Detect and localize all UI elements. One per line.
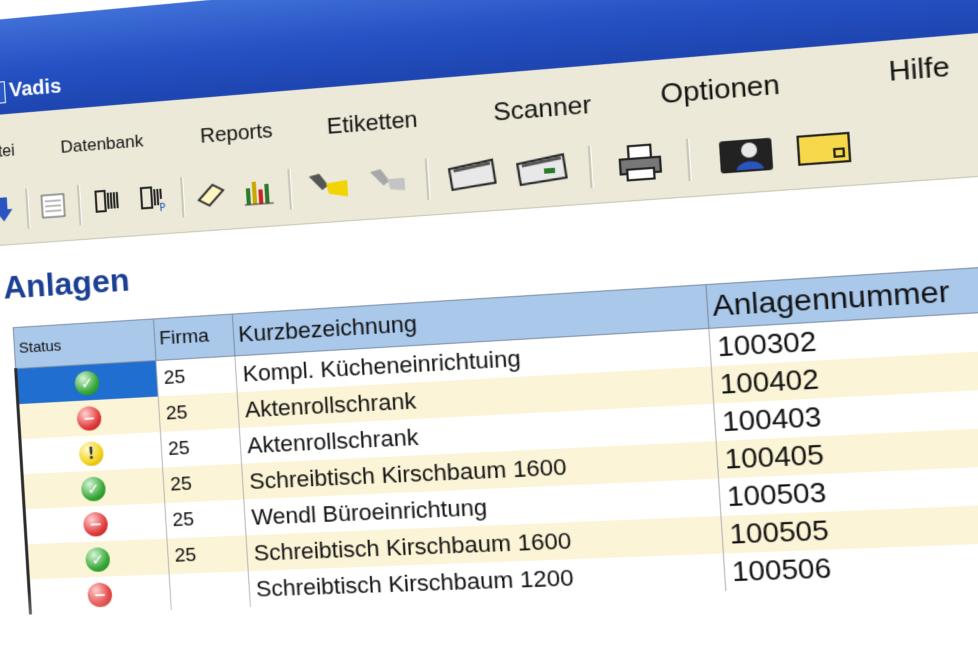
status-ok-icon — [74, 369, 100, 396]
toolbar-separator — [180, 176, 186, 218]
menu-reports[interactable]: Reports — [199, 119, 273, 149]
toolbar-separator — [25, 188, 31, 229]
status-cell — [24, 503, 167, 545]
toolbar-separator — [287, 168, 294, 210]
status-error-icon — [82, 511, 109, 537]
user-icon[interactable] — [713, 134, 779, 175]
card-icon[interactable] — [793, 128, 855, 169]
toolbar-separator — [76, 184, 83, 226]
firma-cell — [169, 571, 251, 610]
app-icon: V — [0, 81, 7, 105]
firma-cell: 25 — [160, 427, 242, 468]
anlagen-table: Status Firma Kurzbezeichnung Anlagennumm… — [12, 261, 978, 615]
firma-cell: 25 — [158, 392, 240, 433]
menu-datei[interactable]: atei — [0, 140, 15, 166]
barcode-scan-icon[interactable] — [89, 183, 125, 220]
menu-hilfe[interactable]: Hilfe — [888, 50, 951, 88]
barcode-print-icon[interactable]: P — [135, 180, 172, 217]
menu-scanner[interactable]: Scanner — [492, 91, 592, 127]
flashlight-icon[interactable] — [304, 166, 352, 204]
window-title: Vadis — [8, 75, 62, 102]
menu-optionen[interactable]: Optionen — [659, 68, 780, 110]
menu-etiketten[interactable]: Etiketten — [326, 106, 418, 139]
column-header-firma[interactable]: Firma — [153, 314, 235, 361]
app-window: V Vadis atei Datenbank Reports Etiketten… — [0, 0, 978, 662]
status-ok-icon — [80, 475, 107, 502]
status-cell — [26, 538, 170, 580]
firma-cell: 25 — [166, 535, 249, 575]
toolbar-separator — [685, 138, 692, 182]
grid-form-icon[interactable] — [37, 188, 69, 224]
firma-cell: 25 — [156, 355, 238, 397]
down-arrow-icon[interactable] — [0, 192, 17, 228]
status-error-icon — [87, 581, 113, 607]
firma-cell: 25 — [164, 499, 246, 539]
scanner-icon[interactable] — [442, 155, 500, 195]
printer-icon[interactable] — [612, 142, 668, 182]
status-cell — [28, 574, 172, 615]
status-error-icon — [76, 405, 102, 431]
toolbar-separator — [424, 158, 431, 201]
scanner-alt-icon[interactable] — [509, 150, 573, 190]
menu-datenbank[interactable]: Datenbank — [60, 129, 144, 160]
toolbar-separator — [587, 145, 594, 189]
page-title: Anlagen — [2, 261, 131, 306]
firma-cell: 25 — [162, 463, 244, 504]
eraser-icon[interactable] — [192, 176, 229, 213]
status-warning-icon — [78, 440, 105, 466]
svg-text:P: P — [159, 203, 166, 215]
bar-chart-icon[interactable] — [240, 172, 277, 209]
flashlight-disabled-icon[interactable] — [365, 162, 414, 201]
status-ok-icon — [84, 546, 111, 572]
